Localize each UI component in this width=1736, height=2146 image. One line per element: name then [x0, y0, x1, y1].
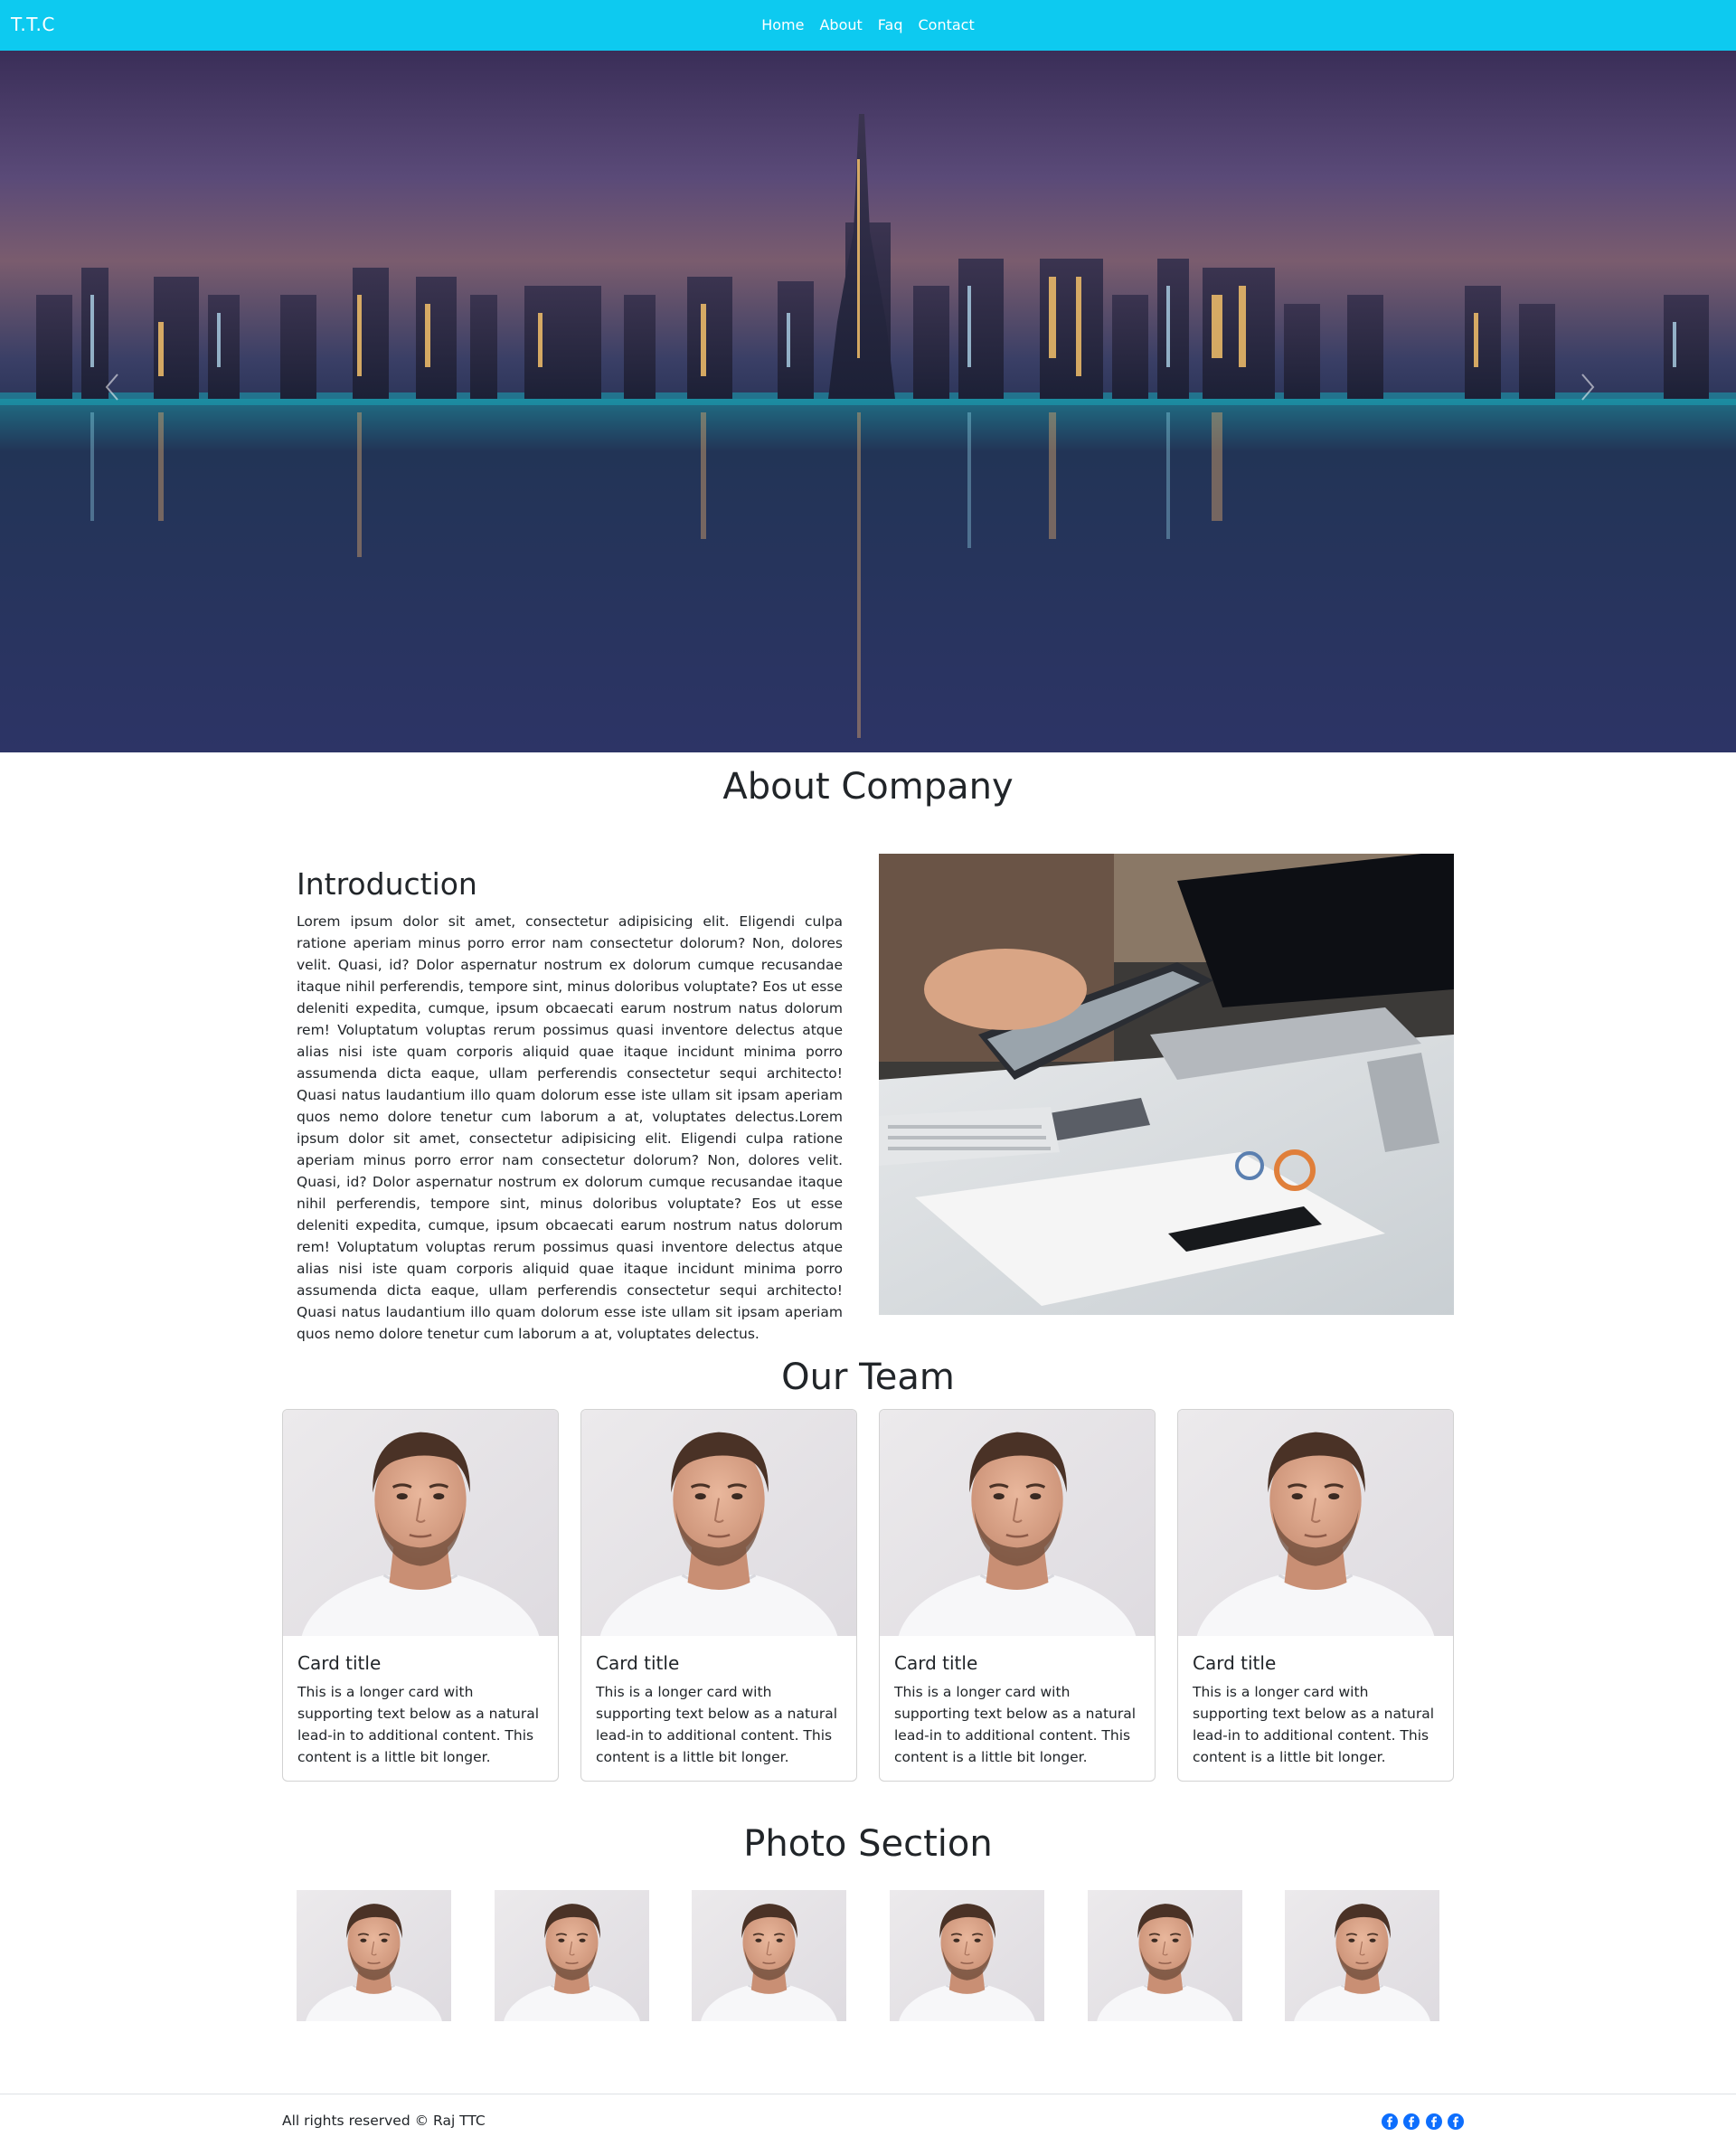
card-text: This is a longer card with supporting te…	[596, 1684, 838, 1765]
gallery-photo	[1088, 1890, 1242, 2021]
gallery-photo	[495, 1890, 649, 2021]
facebook-icon[interactable]	[1426, 2113, 1442, 2130]
team-member-photo	[1178, 1410, 1453, 1636]
navbar: T.T.C Home About Faq Contact	[0, 0, 1736, 51]
carousel-next-button[interactable]	[1579, 373, 1633, 427]
gallery-photo	[692, 1890, 846, 2021]
facebook-icon[interactable]	[1382, 2113, 1398, 2130]
team-card: Card title This is a longer card with su…	[282, 1409, 559, 1782]
hero-city-skyline-image	[0, 114, 1736, 752]
about-section-title: About Company	[722, 766, 1014, 808]
team-member-photo	[283, 1410, 558, 1636]
hero-carousel	[0, 51, 1736, 752]
card-text: This is a longer card with supporting te…	[297, 1684, 540, 1765]
team-section-title: Our Team	[781, 1357, 955, 1398]
nav-link-contact[interactable]: Contact	[919, 16, 975, 33]
intro-paragraph: Lorem ipsum dolor sit amet, consectetur …	[297, 913, 843, 1342]
nav-link-about[interactable]: About	[819, 16, 862, 33]
team-card: Card title This is a longer card with su…	[580, 1409, 857, 1782]
team-card: Card title This is a longer card with su…	[879, 1409, 1156, 1782]
facebook-icon[interactable]	[1403, 2113, 1420, 2130]
card-title: Card title	[1193, 1652, 1277, 1674]
chevron-left-icon	[105, 373, 118, 401]
gallery-photo	[297, 1890, 451, 2021]
card-title: Card title	[596, 1652, 680, 1674]
nav-link-home[interactable]: Home	[761, 16, 804, 33]
nav-link-faq[interactable]: Faq	[878, 16, 903, 33]
team-member-photo	[880, 1410, 1155, 1636]
nav-links: Home About Faq Contact	[0, 16, 1736, 33]
intro-heading: Introduction	[297, 866, 477, 902]
gallery-photo	[890, 1890, 1044, 2021]
card-text: This is a longer card with supporting te…	[1193, 1684, 1435, 1765]
gallery-photo	[1285, 1890, 1439, 2021]
card-text: This is a longer card with supporting te…	[894, 1684, 1137, 1765]
footer-copyright: All rights reserved © Raj TTC	[282, 2113, 486, 2129]
chevron-right-icon	[1581, 373, 1595, 401]
photo-section-title: Photo Section	[743, 1823, 993, 1865]
facebook-icon[interactable]	[1448, 2113, 1464, 2130]
about-office-image	[879, 854, 1454, 1315]
team-member-photo	[581, 1410, 856, 1636]
carousel-prev-button[interactable]	[103, 373, 157, 427]
card-title: Card title	[297, 1652, 382, 1674]
team-card: Card title This is a longer card with su…	[1177, 1409, 1454, 1782]
card-title: Card title	[894, 1652, 978, 1674]
